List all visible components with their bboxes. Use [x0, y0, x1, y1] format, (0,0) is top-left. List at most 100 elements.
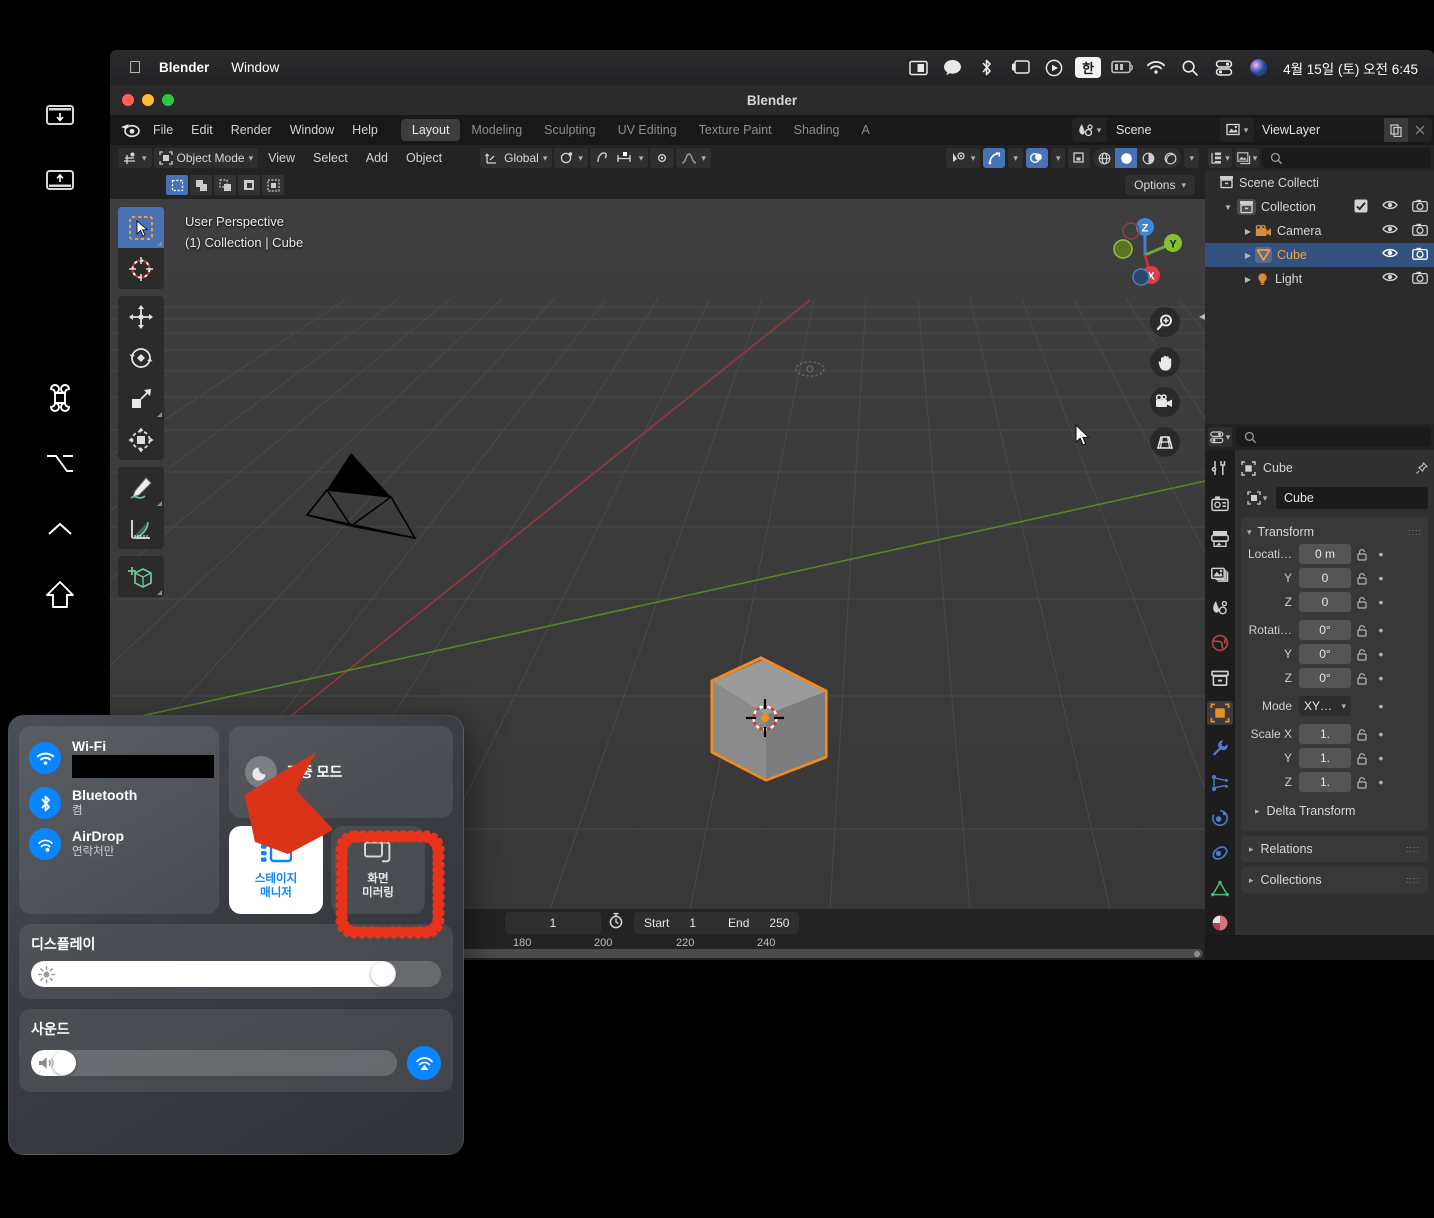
viewport-menu-object[interactable]: Object	[398, 151, 450, 165]
render-camera-icon[interactable]	[1412, 247, 1428, 263]
outliner-row-light[interactable]: ▶ Light	[1205, 267, 1434, 291]
spotlight-search-icon[interactable]	[1173, 55, 1207, 81]
relations-panel[interactable]: ▸ Relations ::::	[1241, 836, 1428, 862]
field-value[interactable]: 0	[1299, 592, 1351, 612]
menubar-clock[interactable]: 4월 15일 (토) 오전 6:45	[1275, 58, 1422, 78]
proportional-editing-toggle[interactable]	[650, 148, 675, 168]
tab-sculpting[interactable]: Sculpting	[533, 119, 606, 141]
delete-viewlayer-x-icon[interactable]	[1408, 118, 1432, 142]
properties-search-input[interactable]	[1236, 427, 1431, 447]
menubar-item-window[interactable]: Window	[220, 60, 290, 75]
control-center-panel[interactable]: Wi-Fi Bluetooth 켬 AirDrop 연락처만 집중 모드 스테이…	[8, 715, 464, 1155]
pan-hand-icon[interactable]	[1150, 347, 1180, 377]
viewlayer-name-field[interactable]: ViewLayer	[1254, 118, 1384, 142]
navigation-gizmo[interactable]: Z Y X	[1103, 213, 1187, 297]
overlays-dropdown[interactable]: ▾	[1050, 148, 1066, 168]
animate-dot-icon[interactable]: •	[1373, 774, 1389, 790]
modifier-icon[interactable]	[1207, 736, 1233, 760]
airdrop-control[interactable]: AirDrop 연락처만	[29, 828, 209, 860]
menubar-app-name[interactable]: Blender	[148, 60, 220, 75]
lock-icon[interactable]	[1351, 752, 1373, 765]
stage-manager-icon[interactable]	[1003, 55, 1037, 81]
viewport-menu-view[interactable]: View	[260, 151, 303, 165]
tool-icon[interactable]	[1207, 456, 1233, 480]
focus-mode-control[interactable]: 집중 모드	[229, 726, 453, 818]
outliner-filter-button[interactable]: ▾	[1235, 148, 1259, 168]
properties-editor-type-button[interactable]: ▾	[1208, 427, 1232, 447]
menu-edit[interactable]: Edit	[182, 120, 222, 140]
field-value[interactable]: 1.	[1299, 748, 1351, 768]
lock-icon[interactable]	[1351, 572, 1373, 585]
animate-dot-icon[interactable]: •	[1373, 750, 1389, 766]
collections-panel[interactable]: ▸ Collections ::::	[1241, 867, 1428, 893]
lock-icon[interactable]	[1351, 728, 1373, 741]
shading-material-icon[interactable]	[1137, 148, 1159, 168]
lock-icon[interactable]	[1351, 672, 1373, 685]
stage-manager-tile[interactable]: 스테이지 매니저	[229, 826, 323, 914]
visibility-selector[interactable]: ▾	[945, 148, 981, 168]
bluetooth-icon[interactable]	[29, 787, 61, 819]
select-set-icon[interactable]	[166, 175, 188, 195]
current-frame-field[interactable]: 1	[505, 912, 601, 934]
field-value[interactable]: 1.	[1299, 724, 1351, 744]
visibility-eye-icon[interactable]	[1382, 271, 1398, 287]
rotate-tool[interactable]	[118, 337, 164, 378]
shading-wireframe-icon[interactable]	[1093, 148, 1115, 168]
select-subtract-icon[interactable]	[214, 175, 236, 195]
transform-tool[interactable]	[118, 419, 164, 460]
tab-texture-paint[interactable]: Texture Paint	[688, 119, 783, 141]
render-icon[interactable]	[1207, 491, 1233, 515]
render-camera-icon[interactable]	[1412, 271, 1428, 287]
rotation-mode-dropdown[interactable]: XY… ▾	[1299, 696, 1351, 716]
outliner-search-input[interactable]	[1262, 148, 1431, 168]
now-playing-icon[interactable]	[1037, 55, 1071, 81]
lock-icon[interactable]	[1351, 648, 1373, 661]
shading-dropdown[interactable]: ▾	[1184, 148, 1199, 168]
object-mode-selector[interactable]: Object Mode ▾	[153, 148, 259, 168]
animate-dot-icon[interactable]: •	[1373, 594, 1389, 610]
outliner-display-mode-button[interactable]: ▾	[1208, 148, 1232, 168]
transform-orientation-selector[interactable]: Global ▾	[480, 148, 553, 168]
siri-icon[interactable]	[1241, 55, 1275, 81]
pin-icon[interactable]	[1415, 461, 1429, 475]
menu-file[interactable]: File	[144, 120, 182, 140]
editor-type-button[interactable]: ▾	[118, 148, 152, 168]
tab-animation[interactable]: A	[851, 119, 881, 141]
select-invert-icon[interactable]	[238, 175, 260, 195]
minimize-button[interactable]	[142, 94, 154, 106]
viewport-options-button[interactable]: Options ▾	[1125, 175, 1195, 195]
select-intersect-icon[interactable]	[262, 175, 284, 195]
constraints-icon[interactable]	[1207, 841, 1233, 865]
new-viewlayer-copy-icon[interactable]	[1384, 118, 1408, 142]
delta-transform-subpanel[interactable]: ▸ Delta Transform	[1247, 799, 1422, 823]
physics-icon[interactable]	[1207, 806, 1233, 830]
apple-logo-icon[interactable]: 	[122, 59, 148, 76]
start-frame-value[interactable]: 1	[679, 912, 706, 934]
field-value[interactable]: 0°	[1299, 668, 1351, 688]
airdrop-icon[interactable]	[29, 828, 61, 860]
object-datablock-icon[interactable]: ▾	[1241, 487, 1273, 509]
animate-dot-icon[interactable]: •	[1373, 546, 1389, 562]
tab-shading[interactable]: Shading	[783, 119, 851, 141]
world-icon[interactable]	[1207, 631, 1233, 655]
input-source-korean[interactable]: 한	[1075, 57, 1102, 78]
transform-panel-header[interactable]: ▾ Transform ::::	[1247, 521, 1422, 543]
animate-dot-icon[interactable]: •	[1373, 726, 1389, 742]
blender-logo-icon[interactable]	[116, 122, 144, 138]
outliner-row-cube[interactable]: ▶ Cube	[1205, 243, 1434, 267]
outliner[interactable]: Scene Collecti ▼ Collection ▶ Camera ▶ C…	[1205, 171, 1434, 424]
tab-uv-editing[interactable]: UV Editing	[607, 119, 688, 141]
disclosure-triangle-icon[interactable]: ▶	[1241, 275, 1255, 284]
wifi-control[interactable]: Wi-Fi	[29, 738, 214, 778]
select-extend-icon[interactable]	[190, 175, 212, 195]
camera-object[interactable]	[305, 444, 445, 554]
end-frame-value[interactable]: 250	[759, 912, 799, 934]
field-value[interactable]: 0°	[1299, 644, 1351, 664]
proportional-falloff-selector[interactable]: ▾	[676, 148, 711, 168]
bluetooth-control[interactable]: Bluetooth 켬	[29, 787, 209, 819]
output-icon[interactable]	[1207, 526, 1233, 550]
outliner-row-camera[interactable]: ▶ Camera	[1205, 219, 1434, 243]
outliner-row-scene-collection[interactable]: Scene Collecti	[1205, 171, 1434, 195]
wifi-icon[interactable]	[29, 742, 61, 774]
snapping-group[interactable]: ▾	[589, 148, 649, 168]
